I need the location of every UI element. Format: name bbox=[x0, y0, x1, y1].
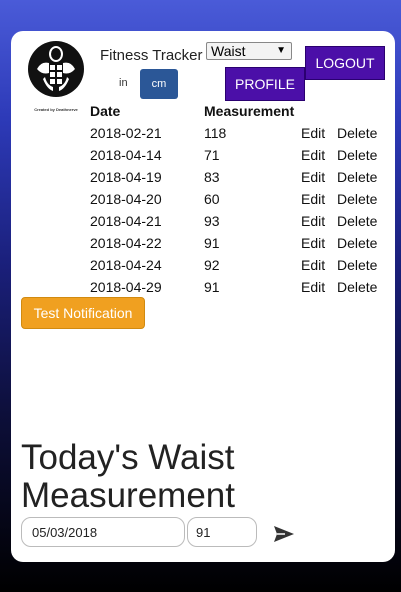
edit-button[interactable]: Edit bbox=[301, 169, 325, 185]
delete-button[interactable]: Delete bbox=[337, 147, 377, 163]
edit-button[interactable]: Edit bbox=[301, 125, 325, 141]
edit-button[interactable]: Edit bbox=[301, 191, 325, 207]
edit-button[interactable]: Edit bbox=[301, 147, 325, 163]
row-measurement: 93 bbox=[204, 213, 220, 229]
main-card: Created by Deathnerve Fitness Tracker Wa… bbox=[11, 31, 395, 562]
measurement-input[interactable]: 91 bbox=[187, 517, 257, 547]
profile-button[interactable]: PROFILE bbox=[225, 67, 305, 101]
edit-button[interactable]: Edit bbox=[301, 257, 325, 273]
table-row: 2018-02-21 118 Edit Delete bbox=[90, 125, 390, 147]
chevron-down-icon: ▼ bbox=[276, 45, 286, 56]
unit-in-option[interactable]: in bbox=[119, 77, 128, 89]
table-row: 2018-04-14 71 Edit Delete bbox=[90, 147, 390, 169]
row-date: 2018-04-29 bbox=[90, 279, 162, 295]
row-measurement: 71 bbox=[204, 147, 220, 163]
delete-button[interactable]: Delete bbox=[337, 257, 377, 273]
delete-button[interactable]: Delete bbox=[337, 213, 377, 229]
date-input[interactable]: 05/03/2018 bbox=[21, 517, 185, 547]
row-date: 2018-04-19 bbox=[90, 169, 162, 185]
delete-button[interactable]: Delete bbox=[337, 279, 377, 295]
row-date: 2018-04-24 bbox=[90, 257, 162, 273]
header-date: Date bbox=[90, 103, 121, 119]
row-measurement: 92 bbox=[204, 257, 220, 273]
row-measurement: 60 bbox=[204, 191, 220, 207]
table-row: 2018-04-21 93 Edit Delete bbox=[90, 213, 390, 235]
logo bbox=[28, 41, 84, 97]
entry-heading: Today's Waist Measurement bbox=[21, 438, 235, 515]
row-measurement: 91 bbox=[204, 235, 220, 251]
edit-button[interactable]: Edit bbox=[301, 235, 325, 251]
edit-button[interactable]: Edit bbox=[301, 279, 325, 295]
row-date: 2018-04-21 bbox=[90, 213, 162, 229]
table-row: 2018-04-24 92 Edit Delete bbox=[90, 257, 390, 279]
app-title: Fitness Tracker bbox=[100, 47, 203, 64]
row-date: 2018-04-20 bbox=[90, 191, 162, 207]
delete-button[interactable]: Delete bbox=[337, 169, 377, 185]
test-notification-button[interactable]: Test Notification bbox=[21, 297, 145, 329]
logo-caption: Created by Deathnerve bbox=[34, 107, 78, 112]
delete-button[interactable]: Delete bbox=[337, 125, 377, 141]
edit-button[interactable]: Edit bbox=[301, 213, 325, 229]
row-measurement: 118 bbox=[204, 125, 227, 141]
row-measurement: 83 bbox=[204, 169, 220, 185]
unit-cm-option[interactable]: cm bbox=[140, 69, 178, 99]
row-date: 2018-04-14 bbox=[90, 147, 162, 163]
row-measurement: 91 bbox=[204, 279, 220, 295]
table-row: 2018-04-19 83 Edit Delete bbox=[90, 169, 390, 191]
delete-button[interactable]: Delete bbox=[337, 191, 377, 207]
table-row: 2018-04-20 60 Edit Delete bbox=[90, 191, 390, 213]
header-measurement: Measurement bbox=[204, 103, 295, 119]
measurement-type-value: Waist bbox=[211, 43, 246, 59]
delete-button[interactable]: Delete bbox=[337, 235, 377, 251]
measurement-type-select[interactable]: Waist ▼ bbox=[206, 42, 292, 60]
row-date: 2018-02-21 bbox=[90, 125, 162, 141]
send-icon[interactable] bbox=[273, 525, 295, 543]
table-row: 2018-04-22 91 Edit Delete bbox=[90, 235, 390, 257]
row-date: 2018-04-22 bbox=[90, 235, 162, 251]
logout-button[interactable]: LOGOUT bbox=[305, 46, 385, 80]
